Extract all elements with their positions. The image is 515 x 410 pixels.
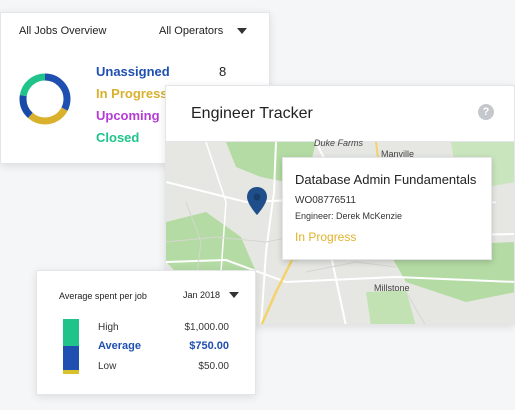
spend-label-high: High xyxy=(98,322,119,333)
spend-label-average: Average xyxy=(98,340,142,352)
help-icon[interactable]: ? xyxy=(478,104,494,120)
status-upcoming: Upcoming xyxy=(96,108,160,123)
job-status: In Progress xyxy=(295,230,357,244)
job-info-popup: Database Admin Fundamentals WO08776511 E… xyxy=(282,157,492,260)
chevron-down-icon xyxy=(229,292,240,298)
spend-value-high: $1,000.00 xyxy=(184,322,230,333)
period-dropdown[interactable]: Jan 2018 xyxy=(183,290,240,300)
status-closed: Closed xyxy=(96,130,140,145)
map-label-millstone: Millstone xyxy=(374,283,410,293)
jobs-status-donut-chart xyxy=(19,73,71,125)
spend-label-low: Low xyxy=(98,361,117,372)
jobs-overview-title: All Jobs Overview xyxy=(19,25,107,37)
job-id: WO08776511 xyxy=(295,195,356,206)
operator-filter-value: All Operators xyxy=(159,25,224,37)
spend-range-bar xyxy=(63,319,79,374)
period-value: Jan 2018 xyxy=(183,290,221,300)
average-spent-card: Average spent per job Jan 2018 High $1,0… xyxy=(36,270,256,395)
spend-value-low: $50.00 xyxy=(198,361,229,372)
job-name: Database Admin Fundamentals xyxy=(295,172,477,187)
operator-filter-dropdown[interactable]: All Operators xyxy=(159,25,248,37)
spend-value-average: $750.00 xyxy=(189,340,229,352)
average-spent-title: Average spent per job xyxy=(59,291,147,301)
status-in-progress: In Progress xyxy=(96,86,168,101)
chevron-down-icon xyxy=(237,28,248,34)
spend-bar-average xyxy=(63,346,79,370)
map-label-duke-farms: Duke Farms xyxy=(314,138,364,148)
status-unassigned-count: 8 xyxy=(219,64,227,79)
status-unassigned: Unassigned xyxy=(96,64,170,79)
tracker-title: Engineer Tracker xyxy=(191,105,313,122)
tracker-header: Engineer Tracker ? xyxy=(166,86,514,142)
spend-bar-high xyxy=(63,319,79,346)
spend-bar-low xyxy=(63,370,79,374)
map-pin-icon[interactable] xyxy=(247,187,267,215)
job-engineer: Engineer: Derek McKenzie xyxy=(295,211,403,221)
